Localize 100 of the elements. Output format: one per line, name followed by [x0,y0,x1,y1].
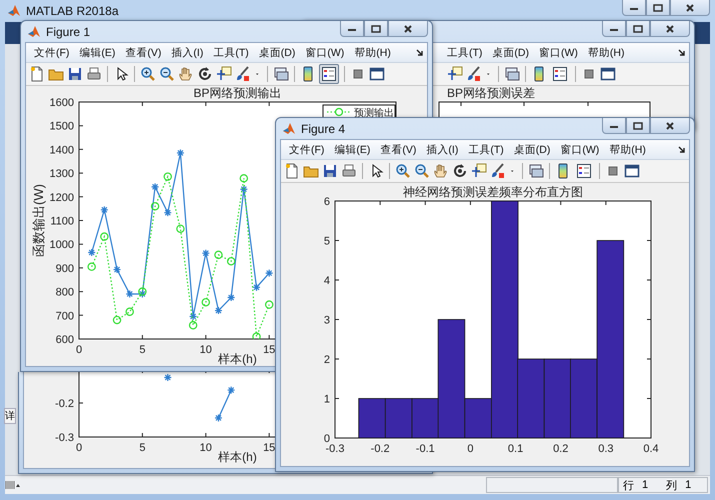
menu-item[interactable]: 窗口(W) [535,46,582,60]
tick-label: 1200 [50,192,74,204]
tick-label: 900 [56,262,74,275]
histogram-bar [358,398,386,438]
tick-label: 2 [324,354,330,366]
window-title: Figure 4 [301,122,346,136]
minimize-button[interactable] [340,21,364,37]
dock-arrow-icon[interactable] [678,146,686,154]
circle-marker [126,308,134,316]
menu-item[interactable]: 文件(F) [30,46,74,60]
zoom-out-icon[interactable] [159,66,175,82]
hand-icon[interactable] [178,66,194,82]
brush-icon[interactable] [235,66,251,82]
new-file-icon[interactable] [29,66,45,82]
tick-label: 5 [324,236,330,248]
minimize-button[interactable] [622,0,646,16]
printer-icon[interactable] [86,66,102,82]
menu-item[interactable]: 查看(V) [376,142,420,156]
star-marker [189,312,198,321]
tick-label: -0.3 [326,443,344,455]
rotate-icon[interactable] [197,66,213,82]
menu-item[interactable]: 工具(T) [443,46,486,60]
menu-item[interactable]: 窗口(W) [301,46,348,60]
maximize-button[interactable] [626,118,650,134]
axis-label: 样本(h) [218,450,257,464]
data-cursor-icon[interactable] [447,66,463,82]
window-icon[interactable] [624,163,640,179]
tick-label: -0.2 [55,398,74,410]
windows-icon[interactable] [528,163,544,179]
new-file-icon[interactable] [284,163,300,179]
rotate-icon[interactable] [452,163,468,179]
tick-label: 0.4 [643,443,659,455]
save-icon[interactable] [67,66,83,82]
maximize-icon [371,24,381,32]
menu-item[interactable]: 插入(I) [167,46,208,60]
windows-icon[interactable] [273,66,289,82]
data-cursor-icon[interactable] [471,163,487,179]
menu-item[interactable]: 文件(F) [285,142,328,156]
circle-marker [188,321,198,330]
window-icon[interactable] [369,66,385,82]
zoom-in-icon[interactable] [395,163,411,179]
close-icon [685,4,695,12]
zoom-out-icon[interactable] [414,163,430,179]
menu-item[interactable]: 工具(T) [464,142,508,156]
tick-label: 1400 [50,144,74,156]
close-button[interactable] [388,21,428,37]
circle-marker [100,232,109,241]
data-cursor-icon[interactable] [216,66,232,82]
maximize-button[interactable] [646,0,670,16]
printer-icon[interactable] [341,163,357,179]
side-tab[interactable]: 详 [4,408,16,424]
menu-item[interactable]: 桌面(D) [254,46,300,60]
histogram-bar [384,398,412,438]
star-marker [138,290,146,298]
grip-icon[interactable] [5,480,21,490]
brush-icon[interactable] [466,66,482,82]
menu-item[interactable]: 插入(I) [422,142,462,156]
menu-item[interactable]: 桌面(D) [488,46,533,60]
save-icon[interactable] [322,163,338,179]
status-label: 列 [666,478,678,492]
tick-label: 1300 [50,168,74,180]
tick-label: 3 [324,314,330,326]
maximize-button[interactable] [364,21,388,37]
star-marker [214,306,223,315]
minimize-button[interactable] [602,21,626,37]
menu-item[interactable]: 查看(V) [121,46,166,60]
menu-item[interactable]: 工具(T) [209,46,253,60]
tick-label: 0 [76,442,82,454]
tick-label: 4 [324,275,330,287]
legend-swatch [326,108,352,116]
brush-icon[interactable] [490,163,506,179]
star-marker [164,373,172,382]
zoom-in-icon[interactable] [140,66,156,82]
close-button[interactable] [670,0,710,16]
circle-marker [87,262,96,271]
dock-arrow-icon[interactable] [678,48,686,56]
hand-icon[interactable] [433,163,449,179]
tick-label: 15 [263,344,276,356]
tick-label: 1500 [50,120,74,133]
maximize-button[interactable] [626,21,650,37]
maximize-icon [633,122,643,130]
star-marker [202,249,210,258]
menu-item[interactable]: 帮助(H) [584,46,628,60]
tick-label: 1600 [50,97,74,109]
window-title: MATLAB R2018a [26,4,118,18]
windows-icon[interactable] [504,66,520,82]
menu-item[interactable]: 编辑(E) [75,46,120,60]
tick-label: 0 [76,344,82,356]
axis-label: 样本(h) [218,352,257,366]
window-icon[interactable] [600,66,616,82]
menu-item[interactable]: 编辑(E) [330,142,374,156]
close-button[interactable] [650,21,690,37]
menu-item[interactable]: 桌面(D) [510,142,554,156]
menu-item[interactable]: 窗口(W) [556,142,604,156]
menu-item[interactable]: 帮助(H) [605,142,650,156]
close-button[interactable] [650,118,690,134]
minimize-button[interactable] [602,118,626,134]
menu-item[interactable]: 帮助(H) [350,46,395,60]
dock-arrow-icon[interactable] [416,48,424,56]
legend-label: 预测输出 [354,108,394,119]
